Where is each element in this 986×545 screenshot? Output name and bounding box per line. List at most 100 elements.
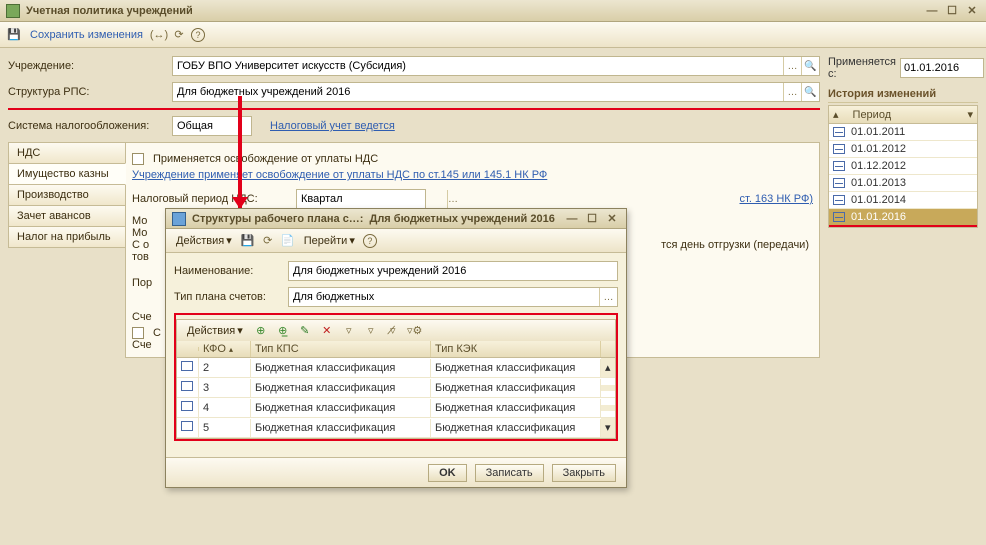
exempt-link[interactable]: Учреждение применяет освобождение от упл…	[132, 169, 547, 181]
actions-menu[interactable]: Действия ▾	[172, 232, 236, 249]
chart-icon	[833, 195, 845, 205]
period-column-header[interactable]: Период	[853, 109, 892, 121]
history-header: ▴ Период ▾	[828, 105, 978, 124]
tax-period-input[interactable]	[297, 193, 447, 205]
grid-row[interactable]: 5 Бюджетная классификация Бюджетная клас…	[177, 418, 615, 438]
kek-cell: Бюджетная классификация	[431, 359, 601, 377]
tax-link[interactable]: Налоговый учет ведется	[270, 120, 395, 132]
grid-scroll-up[interactable]: ▴	[601, 358, 615, 377]
add-icon[interactable]: ⊕	[253, 323, 269, 339]
filter-settings-icon[interactable]: ▿⚙	[407, 323, 423, 339]
tab-treasury-property[interactable]: Имущество казны	[8, 163, 126, 185]
delete-icon[interactable]: ✕	[319, 323, 335, 339]
dialog-titlebar[interactable]: Структуры рабочего плана с…: Для бюджетн…	[166, 209, 626, 229]
save-button[interactable]: Записать	[475, 464, 544, 482]
truncated-text-3: С о	[132, 239, 149, 251]
save-changes-label: Сохранить изменения	[30, 29, 143, 41]
dialog-footer: OK Записать Закрыть	[166, 457, 626, 487]
tab-profit-tax[interactable]: Налог на прибыль	[8, 226, 126, 248]
copy-icon[interactable]: 📄	[280, 233, 296, 249]
history-item[interactable]: 01.01.2011	[829, 124, 977, 141]
row-icon	[181, 381, 193, 391]
goto-menu[interactable]: Перейти ▾	[300, 232, 359, 249]
tab-production[interactable]: Производство	[8, 184, 126, 206]
add-copy-icon[interactable]: ⊕̲	[275, 323, 291, 339]
grid-row[interactable]: 4 Бюджетная классификация Бюджетная клас…	[177, 398, 615, 418]
ok-button[interactable]: OK	[428, 464, 467, 482]
applies-from-input[interactable]	[900, 58, 984, 78]
grid-toolbar: Действия ▾ ⊕ ⊕̲ ✎ ✕ ▿ ▿ ▿̸ ▿⚙	[176, 319, 616, 341]
search-icon[interactable]: 🔍	[801, 57, 819, 75]
kps-cell: Бюджетная классификация	[251, 379, 431, 397]
exempt-checkbox[interactable]	[132, 153, 144, 165]
rps-input[interactable]	[173, 86, 783, 98]
sch-checkbox[interactable]	[132, 327, 144, 339]
grid-col-kfo[interactable]: КФО ▴	[199, 341, 251, 357]
history-item-date: 01.01.2014	[851, 194, 906, 206]
help-icon[interactable]: ?	[363, 234, 377, 248]
close-icon[interactable]: ✕	[604, 212, 620, 226]
grid-row[interactable]: 2 Бюджетная классификация Бюджетная клас…	[177, 358, 615, 378]
help-icon[interactable]: ?	[191, 28, 205, 42]
highlight-box-grid: Действия ▾ ⊕ ⊕̲ ✎ ✕ ▿ ▿ ▿̸ ▿⚙ КФО ▴ Тип …	[174, 313, 618, 441]
history-item-date: 01.01.2012	[851, 143, 906, 155]
main-window-titlebar[interactable]: Учетная политика учреждений — ☐ ✕	[0, 0, 986, 22]
grid-scroll-down[interactable]: ▾	[601, 418, 615, 437]
kek-cell: Бюджетная классификация	[431, 399, 601, 417]
search-icon[interactable]: 🔍	[801, 83, 819, 101]
grid-col-kps[interactable]: Тип КПС	[251, 341, 431, 357]
grid-col-marker[interactable]	[177, 347, 199, 351]
kps-cell: Бюджетная классификация	[251, 419, 431, 437]
filter2-icon[interactable]: ▿	[363, 323, 379, 339]
name-label: Наименование:	[174, 265, 284, 277]
tab-nds[interactable]: НДС	[8, 142, 126, 164]
maximize-icon[interactable]: ☐	[944, 4, 960, 18]
history-item-date: 01.12.2012	[851, 160, 906, 172]
history-item[interactable]: 01.12.2012	[829, 158, 977, 175]
rps-structure-dialog: Структуры рабочего плана с…: Для бюджетн…	[165, 208, 627, 488]
tab-advances[interactable]: Зачет авансов	[8, 205, 126, 227]
history-item[interactable]: 01.01.2012	[829, 141, 977, 158]
nav-hsplit-icon[interactable]: (↔)	[151, 27, 167, 43]
vertical-tabs: НДС Имущество казны Производство Зачет а…	[8, 142, 126, 358]
minimize-icon[interactable]: —	[924, 4, 940, 18]
pick-button[interactable]: …	[599, 288, 617, 306]
kfo-grid: КФО ▴ Тип КПС Тип КЭК 2 Бюджетная класси…	[176, 341, 616, 439]
institution-input[interactable]	[173, 60, 783, 72]
refresh-icon[interactable]: ⟳	[171, 27, 187, 43]
pick-button[interactable]: …	[783, 83, 801, 101]
sort-asc-icon[interactable]: ▴	[833, 108, 839, 121]
history-item[interactable]: 01.01.2013	[829, 175, 977, 192]
kps-cell: Бюджетная классификация	[251, 399, 431, 417]
plantype-label: Тип плана счетов:	[174, 291, 284, 303]
kfo-cell: 2	[199, 359, 251, 377]
save-icon[interactable]: 💾	[6, 27, 22, 43]
filter-clear-icon[interactable]: ▿̸	[385, 323, 401, 339]
maximize-icon[interactable]: ☐	[584, 212, 600, 226]
edit-icon[interactable]: ✎	[297, 323, 313, 339]
plantype-input[interactable]	[289, 291, 599, 303]
name-input[interactable]	[289, 265, 617, 277]
history-item-selected[interactable]: 01.01.2016	[829, 209, 977, 227]
grid-col-kek[interactable]: Тип КЭК	[431, 341, 601, 357]
pick-button[interactable]: …	[447, 190, 458, 208]
truncated-sch-label: С	[153, 327, 161, 339]
close-button[interactable]: Закрыть	[552, 464, 616, 482]
minimize-icon[interactable]: —	[564, 212, 580, 226]
ship-text: тся день отгрузки (передачи)	[661, 239, 809, 251]
st163-link[interactable]: ст. 163 НК РФ)	[740, 193, 814, 205]
sort-desc-icon[interactable]: ▾	[967, 108, 973, 121]
chart-icon	[833, 161, 845, 171]
pick-button[interactable]: …	[783, 57, 801, 75]
refresh-icon[interactable]: ⟳	[260, 233, 276, 249]
tax-period-label: Налоговый период НДС:	[132, 193, 292, 205]
kek-cell: Бюджетная классификация	[431, 379, 601, 397]
dialog-title-left: Структуры рабочего плана с…:	[192, 213, 363, 225]
save-icon[interactable]: 💾	[240, 233, 256, 249]
grid-row[interactable]: 3 Бюджетная классификация Бюджетная клас…	[177, 378, 615, 398]
save-changes-link[interactable]: Сохранить изменения	[26, 27, 147, 43]
grid-actions-menu[interactable]: Действия ▾	[183, 322, 247, 339]
close-icon[interactable]: ✕	[964, 4, 980, 18]
filter-icon[interactable]: ▿	[341, 323, 357, 339]
history-item[interactable]: 01.01.2014	[829, 192, 977, 209]
